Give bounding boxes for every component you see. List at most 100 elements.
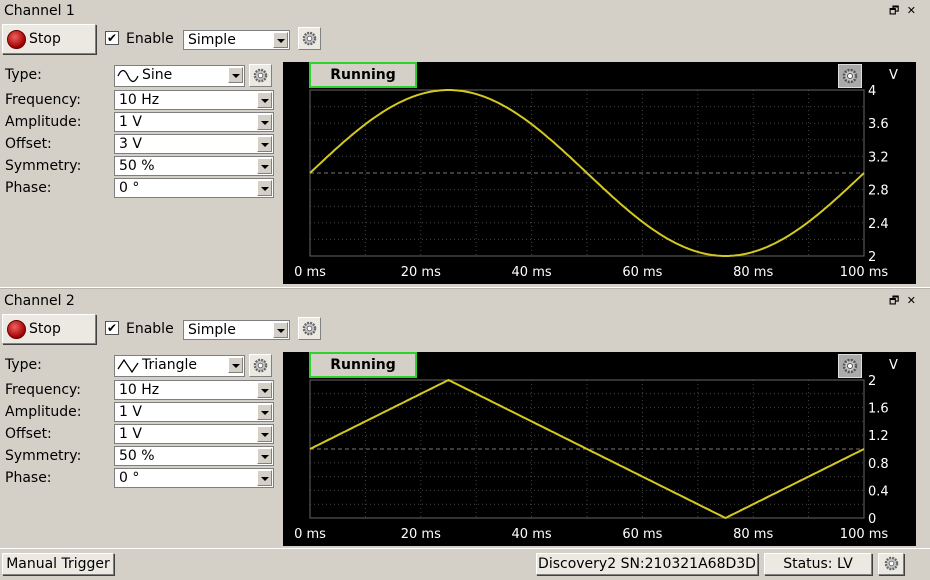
type-select[interactable]: Triangle: [114, 355, 245, 377]
stop-button[interactable]: Stop: [2, 314, 96, 344]
stop-button[interactable]: Stop: [2, 24, 96, 54]
amplitude-select[interactable]: 1 V: [114, 112, 274, 132]
x-tick-label: 40 ms: [512, 265, 552, 280]
status-button[interactable]: Status: LV: [764, 553, 872, 575]
y-tick-label: 0.8: [868, 457, 889, 472]
x-tick-label: 0 ms: [294, 265, 326, 280]
enable-label: Enable: [126, 321, 174, 337]
x-tick-label: 40 ms: [512, 527, 552, 542]
device-info-button[interactable]: Discovery2 SN:210321A68D3D: [536, 553, 758, 575]
dropdown-arrow-icon[interactable]: [257, 382, 272, 398]
close-icon[interactable]: ✕: [907, 294, 918, 307]
mode-value: Simple: [188, 32, 236, 48]
frequency-label: Frequency:: [5, 92, 82, 108]
gear-icon[interactable]: [249, 64, 272, 87]
type-label: Type:: [5, 67, 42, 83]
type-value: Triangle: [142, 357, 197, 373]
settings-gear-icon[interactable]: [878, 553, 904, 575]
amplitude-value: 1 V: [119, 114, 142, 130]
symmetry-value: 50 %: [119, 158, 155, 174]
amplitude-label: Amplitude:: [5, 114, 82, 130]
window-buttons[interactable]: 🗗 ✕: [889, 292, 918, 311]
waveform-plot[interactable]: 2 1.6 1.2 0.8 0.4 0 0 ms 20 ms 40 ms 60 ms 80 ms 10…: [283, 352, 916, 546]
dropdown-arrow-icon[interactable]: [273, 32, 288, 48]
symmetry-select[interactable]: 50 %: [114, 156, 274, 176]
dropdown-arrow-icon[interactable]: [257, 136, 272, 152]
waveform-plot[interactable]: 4 3.6 3.2 2.8 2.4 2 0 ms 20 ms 40 ms 60 ms 80 ms 10…: [283, 62, 916, 284]
offset-label: Offset:: [5, 426, 52, 442]
offset-label: Offset:: [5, 136, 52, 152]
stop-label: Stop: [29, 31, 61, 47]
plot-graph: 43.63.22.82.420 ms 20 ms 40 ms 60 ms 80 ms 10…: [294, 84, 889, 280]
phase-select[interactable]: 0 °: [114, 468, 274, 488]
window-buttons[interactable]: 🗗 ✕: [889, 2, 918, 21]
mode-select[interactable]: Simple: [183, 30, 290, 50]
dropdown-arrow-icon[interactable]: [273, 322, 288, 338]
stop-label: Stop: [29, 321, 61, 337]
dropdown-arrow-icon[interactable]: [257, 180, 272, 196]
offset-select[interactable]: 3 V: [114, 134, 274, 154]
mode-select[interactable]: Simple: [183, 320, 290, 340]
y-tick-label: 2.8: [868, 184, 889, 199]
phase-label: Phase:: [5, 180, 52, 196]
phase-select[interactable]: 0 °: [114, 178, 274, 198]
dropdown-arrow-icon[interactable]: [257, 426, 272, 442]
enable-checkbox[interactable]: ✔: [105, 31, 119, 45]
plot-settings-gear-icon[interactable]: [838, 64, 862, 88]
offset-select[interactable]: 1 V: [114, 424, 274, 444]
dropdown-arrow-icon[interactable]: [257, 114, 272, 130]
type-select[interactable]: Sine: [114, 65, 245, 87]
channel-title: Channel 1: [4, 3, 75, 19]
y-tick-label: 0.4: [868, 484, 889, 499]
frequency-label: Frequency:: [5, 382, 82, 398]
y-tick-label: 3.6: [868, 117, 889, 132]
x-tick-label: 0 ms: [294, 527, 326, 542]
restore-icon[interactable]: 🗗: [889, 4, 901, 17]
amplitude-select[interactable]: 1 V: [114, 402, 274, 422]
mode-value: Simple: [188, 322, 236, 338]
y-tick-label: 1.2: [868, 429, 889, 444]
offset-value: 3 V: [119, 136, 142, 152]
symmetry-label: Symmetry:: [5, 448, 82, 464]
frequency-select[interactable]: 10 Hz: [114, 90, 274, 110]
channel-1-panel: Channel 1 🗗 ✕ Stop ✔ Enable Simple Type:…: [0, 0, 930, 287]
x-tick-label: 60 ms: [622, 265, 662, 280]
dropdown-arrow-icon[interactable]: [257, 92, 272, 108]
gear-icon[interactable]: [298, 27, 321, 50]
x-tick-label: 80 ms: [733, 265, 773, 280]
sine-wave-icon: [117, 69, 139, 83]
dropdown-arrow-icon[interactable]: [257, 404, 272, 420]
frequency-value: 10 Hz: [119, 382, 160, 398]
dropdown-arrow-icon[interactable]: [257, 158, 272, 174]
manual-trigger-button[interactable]: Manual Trigger: [2, 553, 114, 575]
y-tick-label: 3.2: [868, 150, 889, 165]
gear-icon[interactable]: [249, 354, 272, 377]
x-tick-label: 80 ms: [733, 527, 773, 542]
amplitude-label: Amplitude:: [5, 404, 82, 420]
x-tick-label: 100 ms: [840, 527, 889, 542]
gear-icon[interactable]: [298, 317, 321, 340]
x-tick-label: 20 ms: [401, 527, 441, 542]
dropdown-arrow-icon[interactable]: [257, 470, 272, 486]
close-icon[interactable]: ✕: [907, 4, 918, 17]
x-tick-label: 20 ms: [401, 265, 441, 280]
dropdown-arrow-icon[interactable]: [257, 448, 272, 464]
symmetry-select[interactable]: 50 %: [114, 446, 274, 466]
amplitude-value: 1 V: [119, 404, 142, 420]
dropdown-arrow-icon[interactable]: [228, 357, 243, 373]
y-tick-label: 2: [868, 250, 876, 265]
offset-value: 1 V: [119, 426, 142, 442]
symmetry-label: Symmetry:: [5, 158, 82, 174]
y-unit-label: V: [889, 358, 898, 373]
frequency-select[interactable]: 10 Hz: [114, 380, 274, 400]
enable-checkbox[interactable]: ✔: [105, 321, 119, 335]
plot-graph: 2 1.6 1.2 0.8 0.4 0 0 ms 20 ms 40 ms 60 ms 80 ms 10…: [294, 374, 889, 542]
dropdown-arrow-icon[interactable]: [228, 67, 243, 83]
x-tick-label: 100 ms: [840, 265, 889, 280]
type-value: Sine: [142, 67, 173, 83]
plot-settings-gear-icon[interactable]: [838, 354, 862, 378]
running-status: Running: [309, 62, 417, 88]
y-tick-label: 2: [868, 374, 876, 389]
restore-icon[interactable]: 🗗: [889, 294, 901, 307]
triangle-wave-icon: [117, 358, 139, 374]
